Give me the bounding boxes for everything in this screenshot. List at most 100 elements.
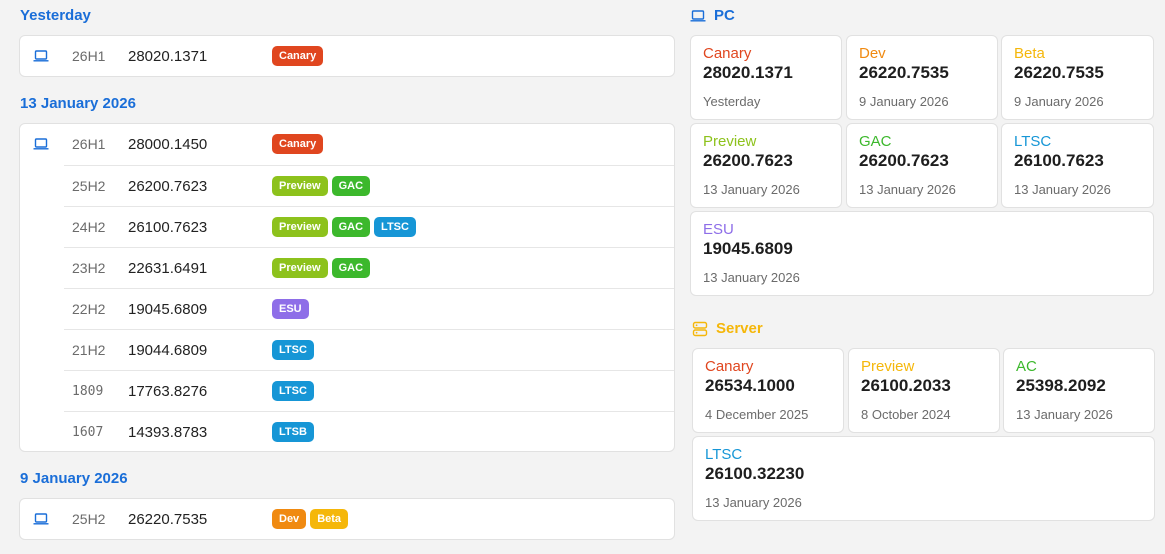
- channel-tags: LTSC: [272, 381, 314, 401]
- release-row[interactable]: 24H2 26100.7623 Preview GAC LTSC: [64, 206, 674, 247]
- pc-tile-beta[interactable]: Beta 26220.7535 9 January 2026: [1001, 35, 1154, 120]
- release-row[interactable]: 21H2 19044.6809 LTSC: [64, 329, 674, 370]
- release-date: Yesterday: [703, 94, 761, 109]
- build-number: 17763.8276: [128, 383, 208, 400]
- laptop-icon: [33, 50, 49, 62]
- release-date: 13 January 2026: [859, 182, 956, 197]
- server-title-label: Server: [716, 320, 763, 337]
- tag-ltsc[interactable]: LTSC: [272, 381, 314, 401]
- version-label: 26H1: [72, 136, 106, 152]
- release-date: 8 October 2024: [861, 407, 951, 422]
- build-number: 19045.6809: [703, 239, 793, 258]
- release-date: 13 January 2026: [1014, 182, 1111, 197]
- build-number: 26100.7623: [128, 219, 208, 236]
- build-number: 26220.7535: [128, 511, 208, 528]
- version-label: 1607: [72, 425, 104, 440]
- release-row[interactable]: 25H2 26200.7623 Preview GAC: [64, 165, 674, 206]
- pc-tile-ltsc[interactable]: LTSC 26100.7623 13 January 2026: [1001, 123, 1154, 208]
- pc-tile-gac[interactable]: GAC 26200.7623 13 January 2026: [846, 123, 998, 208]
- channel-name: GAC: [859, 133, 892, 150]
- build-number: 19045.6809: [128, 301, 208, 318]
- channel-name: Preview: [703, 133, 757, 150]
- server-tile-canary[interactable]: Canary 26534.1000 4 December 2025: [692, 348, 844, 433]
- pc-tile-esu[interactable]: ESU 19045.6809 13 January 2026: [690, 211, 1154, 296]
- build-number: 26220.7535: [1014, 63, 1104, 82]
- tag-preview[interactable]: Preview: [272, 176, 328, 196]
- release-date: 13 January 2026: [703, 270, 800, 285]
- tag-gac[interactable]: GAC: [331, 176, 371, 196]
- channel-name: Canary: [703, 45, 752, 62]
- server-icon: [692, 321, 708, 336]
- build-number: 28020.1371: [703, 63, 793, 82]
- build-number: 28000.1450: [128, 136, 208, 153]
- build-number: 26100.2033: [861, 376, 951, 395]
- version-label: 26H1: [72, 48, 106, 64]
- tag-canary[interactable]: Canary: [272, 46, 324, 66]
- build-number: 28020.1371: [128, 48, 208, 65]
- release-row[interactable]: 26H1 28020.1371 Canary: [20, 36, 674, 77]
- build-number: 26534.1000: [705, 376, 795, 395]
- release-date: 9 January 2026: [859, 94, 949, 109]
- channel-tags: LTSB: [272, 422, 314, 442]
- release-row[interactable]: 26H1 28000.1450 Canary: [20, 124, 674, 165]
- release-row[interactable]: 25H2 26220.7535 Dev Beta: [20, 499, 674, 540]
- version-label: 22H2: [72, 301, 106, 317]
- tag-esu[interactable]: ESU: [272, 299, 309, 319]
- tag-canary[interactable]: Canary: [272, 134, 324, 154]
- laptop-icon: [690, 9, 706, 21]
- laptop-icon: [33, 138, 49, 150]
- tag-beta[interactable]: Beta: [310, 509, 349, 529]
- release-dashboard: Yesterday 26H1 28020.1371 Canary 13 Janu…: [0, 0, 1165, 554]
- tag-dev[interactable]: Dev: [272, 509, 307, 529]
- build-number: 26200.7623: [128, 178, 208, 195]
- release-date: 13 January 2026: [703, 182, 800, 197]
- build-number: 14393.8783: [128, 424, 208, 441]
- release-row[interactable]: 1809 17763.8276 LTSC: [64, 370, 674, 411]
- channel-tags: LTSC: [272, 340, 314, 360]
- release-group-9-january-2026: 25H2 26220.7535 Dev Beta: [19, 498, 675, 540]
- pc-section-title: PC: [690, 7, 735, 24]
- build-number: 26200.7623: [703, 151, 793, 170]
- pc-tile-dev[interactable]: Dev 26220.7535 9 January 2026: [846, 35, 998, 120]
- release-group-yesterday: 26H1 28020.1371 Canary: [19, 35, 675, 77]
- version-label: 23H2: [72, 260, 106, 276]
- pc-tile-canary[interactable]: Canary 28020.1371 Yesterday: [690, 35, 842, 120]
- tag-ltsc[interactable]: LTSC: [374, 217, 416, 237]
- channel-tags: Canary: [272, 134, 324, 154]
- build-number: 22631.6491: [128, 260, 208, 277]
- tag-ltsc[interactable]: LTSC: [272, 340, 314, 360]
- channel-tags: Preview GAC LTSC: [272, 217, 416, 237]
- channel-name: ESU: [703, 221, 734, 238]
- build-number: 26200.7623: [859, 151, 949, 170]
- release-date: 4 December 2025: [705, 407, 809, 422]
- version-label: 25H2: [72, 178, 106, 194]
- build-number: 19044.6809: [128, 342, 208, 359]
- tag-preview[interactable]: Preview: [272, 217, 328, 237]
- build-number: 26220.7535: [859, 63, 949, 82]
- pc-tile-preview[interactable]: Preview 26200.7623 13 January 2026: [690, 123, 842, 208]
- server-tile-ltsc[interactable]: LTSC 26100.32230 13 January 2026: [692, 436, 1155, 521]
- channel-tags: ESU: [272, 299, 309, 319]
- tag-preview[interactable]: Preview: [272, 258, 328, 278]
- channel-name: Preview: [861, 358, 915, 375]
- server-tile-preview[interactable]: Preview 26100.2033 8 October 2024: [848, 348, 1000, 433]
- server-tile-ac[interactable]: AC 25398.2092 13 January 2026: [1003, 348, 1155, 433]
- date-heading-13-january-2026: 13 January 2026: [20, 95, 136, 112]
- date-heading-9-january-2026: 9 January 2026: [20, 470, 128, 487]
- version-label: 21H2: [72, 342, 106, 358]
- release-date: 9 January 2026: [1014, 94, 1104, 109]
- release-date: 13 January 2026: [705, 495, 802, 510]
- tag-ltsb[interactable]: LTSB: [272, 422, 314, 442]
- tag-gac[interactable]: GAC: [331, 258, 371, 278]
- build-number: 25398.2092: [1016, 376, 1106, 395]
- release-row[interactable]: 23H2 22631.6491 Preview GAC: [64, 247, 674, 288]
- tag-gac[interactable]: GAC: [331, 217, 371, 237]
- release-row[interactable]: 22H2 19045.6809 ESU: [64, 288, 674, 329]
- channel-name: Dev: [859, 45, 886, 62]
- releases-by-date: Yesterday 26H1 28020.1371 Canary 13 Janu…: [0, 0, 690, 554]
- release-row[interactable]: 1607 14393.8783 LTSB: [64, 411, 674, 452]
- version-label: 24H2: [72, 219, 106, 235]
- release-group-13-january-2026: 26H1 28000.1450 Canary 25H2 26200.7623 P…: [19, 123, 675, 452]
- channel-name: AC: [1016, 358, 1037, 375]
- channel-name: LTSC: [1014, 133, 1052, 150]
